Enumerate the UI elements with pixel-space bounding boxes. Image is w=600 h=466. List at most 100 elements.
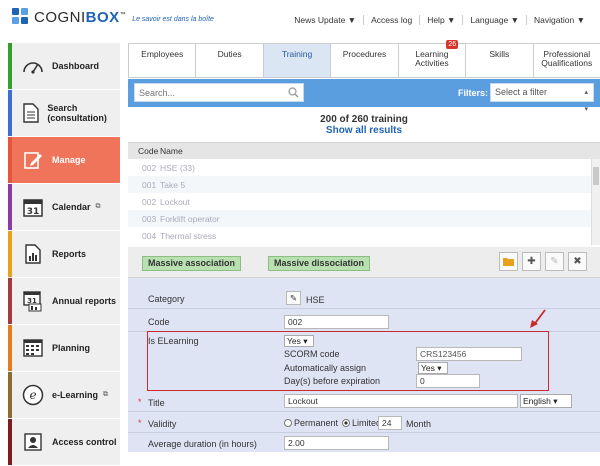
sidebar-item-label: Calendar [52,202,91,212]
required-asterisk: * [138,397,142,407]
language-value: English [523,396,551,406]
tab-procedures[interactable]: Procedures [330,43,399,77]
chevron-updown-icon: ▴ ▾ [584,89,588,113]
code-input[interactable]: 002 [284,315,389,329]
sidebar-item-reports[interactable]: Reports [8,231,120,277]
search-bar: Filters: Select a filter ▴▾ [128,79,600,113]
table-row[interactable]: 002 Lockout [128,193,600,210]
sidebar-item-planning[interactable]: Planning [8,325,120,371]
massive-association-button[interactable]: Massive association [142,256,242,271]
sidebar-item-dashboard[interactable]: Dashboard [8,43,120,89]
validity-label: Validity [148,419,177,429]
cell-name: Take 5 [160,179,186,190]
access-log-link[interactable]: Access log [364,15,419,25]
svg-text:31: 31 [27,207,40,217]
folder-icon[interactable] [499,252,518,271]
is-elearning-select[interactable]: Yes ▾ [284,335,314,347]
category-edit-icon[interactable]: ✎ [286,291,301,305]
show-all-results-link[interactable]: Show all results [128,125,600,136]
sidebar-item-label: Reports [52,249,87,259]
module-tabs: Employees Duties Training Procedures Lea… [128,40,600,78]
cell-code: 002 [142,162,157,173]
logo-mark-icon [12,8,30,26]
tab-skills[interactable]: Skills [465,43,534,77]
is-elearning-label: Is ELearning [148,336,199,346]
sidebar-item-label: Planning [52,343,90,353]
top-navigation: News Update ▼ Access log Help ▼ Language… [287,15,592,25]
sidebar-item-label: Manage [52,155,86,165]
sidebar-item-elearning[interactable]: e e-Learning ⧉ [8,372,120,418]
category-label: Category [148,294,185,304]
average-duration-input[interactable]: 2.00 [284,436,389,450]
table-row[interactable]: 002 HSE (33) [128,159,600,176]
training-grid: Code Name 002 HSE (33) 001 Take 5 002 Locko… [128,142,600,245]
cell-code: 003 [142,213,157,224]
svg-text:e: e [29,388,36,402]
massive-dissociation-button[interactable]: Massive dissociation [268,256,371,271]
grid-rows: 002 HSE (33) 001 Take 5 002 Lockout 003 Fork… [128,159,600,244]
grid-scrollbar[interactable] [591,159,600,245]
column-header-name[interactable]: Name [160,146,183,156]
cell-code: 001 [142,179,157,190]
brand-name: COGNIBOX™ [34,8,127,26]
sidebar-item-label: e-Learning [52,390,99,400]
title-language-select[interactable]: English ▾ [520,394,572,408]
notification-badge: 26 [446,40,459,49]
average-duration-label: Average duration (in hours) [148,439,257,449]
cell-name: Forklift operator [160,213,220,224]
table-row[interactable]: 003 Forklift operator [128,210,600,227]
filter-select[interactable]: Select a filter ▴ ▾ [490,83,594,113]
limited-radio[interactable] [342,419,351,427]
title-input[interactable]: Lockout [284,394,518,408]
add-icon[interactable]: ✚ [522,252,541,271]
auto-assign-select[interactable]: Yes ▾ [418,362,448,374]
cognibox-logo[interactable]: COGNIBOX™ Le savoir est dans la boîte [12,8,214,26]
sidebar-item-label: Dashboard [52,61,100,71]
required-asterisk: * [138,418,142,428]
document-icon [22,102,39,124]
cell-name: Thermal stress [160,230,217,241]
search-input[interactable] [134,83,304,102]
external-link-icon: ⧉ [103,391,109,398]
tab-employees[interactable]: Employees [128,43,197,77]
tab-learning-activities[interactable]: Learning Activities 26 [397,40,467,77]
days-before-expiration-input[interactable]: 0 [416,374,480,388]
scorm-code-label: SCORM code [284,349,340,359]
language-menu[interactable]: Language ▼ [463,15,526,25]
permanent-radio[interactable] [284,419,292,427]
search-icon[interactable] [288,87,299,100]
training-detail-panel: Massive association Massive dissociation… [128,247,600,452]
calendar-icon: 31 [22,196,44,218]
sidebar-item-access-control[interactable]: Access control [8,419,120,465]
tab-training[interactable]: Training [262,43,332,77]
validity-number-input[interactable]: 24 [378,416,402,430]
column-header-code[interactable]: Code [128,146,160,156]
filter-select-value: Select a filter [495,87,548,97]
sidebar-item-calendar[interactable]: 31 Calendar ⧉ [8,184,120,230]
planning-icon [22,337,44,359]
validity-unit: Month [406,419,432,429]
table-row[interactable]: 001 Take 5 [128,176,600,193]
sidebar-item-annual-reports[interactable]: 31 Annual reports [8,278,120,324]
cell-code: 002 [142,196,157,207]
edit-pencil-icon[interactable]: ✎ [545,252,564,271]
tab-label: Learning Activities [415,49,449,68]
title-label: Title [148,398,165,408]
auto-assign-label: Automatically assign [284,363,367,373]
scrollbar-thumb[interactable] [593,167,599,185]
sidebar-item-manage[interactable]: Manage [8,137,120,183]
close-icon[interactable]: ✖ [568,252,587,271]
code-label: Code [148,317,170,327]
access-icon [22,431,44,453]
tab-professional-qualifications[interactable]: Professional Qualifications [532,43,600,77]
edit-icon [22,149,44,171]
help-menu[interactable]: Help ▼ [420,15,462,25]
sidebar-item-search[interactable]: Search (consultation) [8,90,120,136]
action-bar: Massive association Massive dissociation… [128,247,600,278]
table-row[interactable]: 004 Thermal stress [128,227,600,244]
scorm-code-input[interactable]: CRS123456 [416,347,522,361]
news-update-menu[interactable]: News Update ▼ [287,15,363,25]
is-elearning-value: Yes [287,336,301,346]
navigation-menu[interactable]: Navigation ▼ [527,15,592,25]
tab-duties[interactable]: Duties [195,43,264,77]
